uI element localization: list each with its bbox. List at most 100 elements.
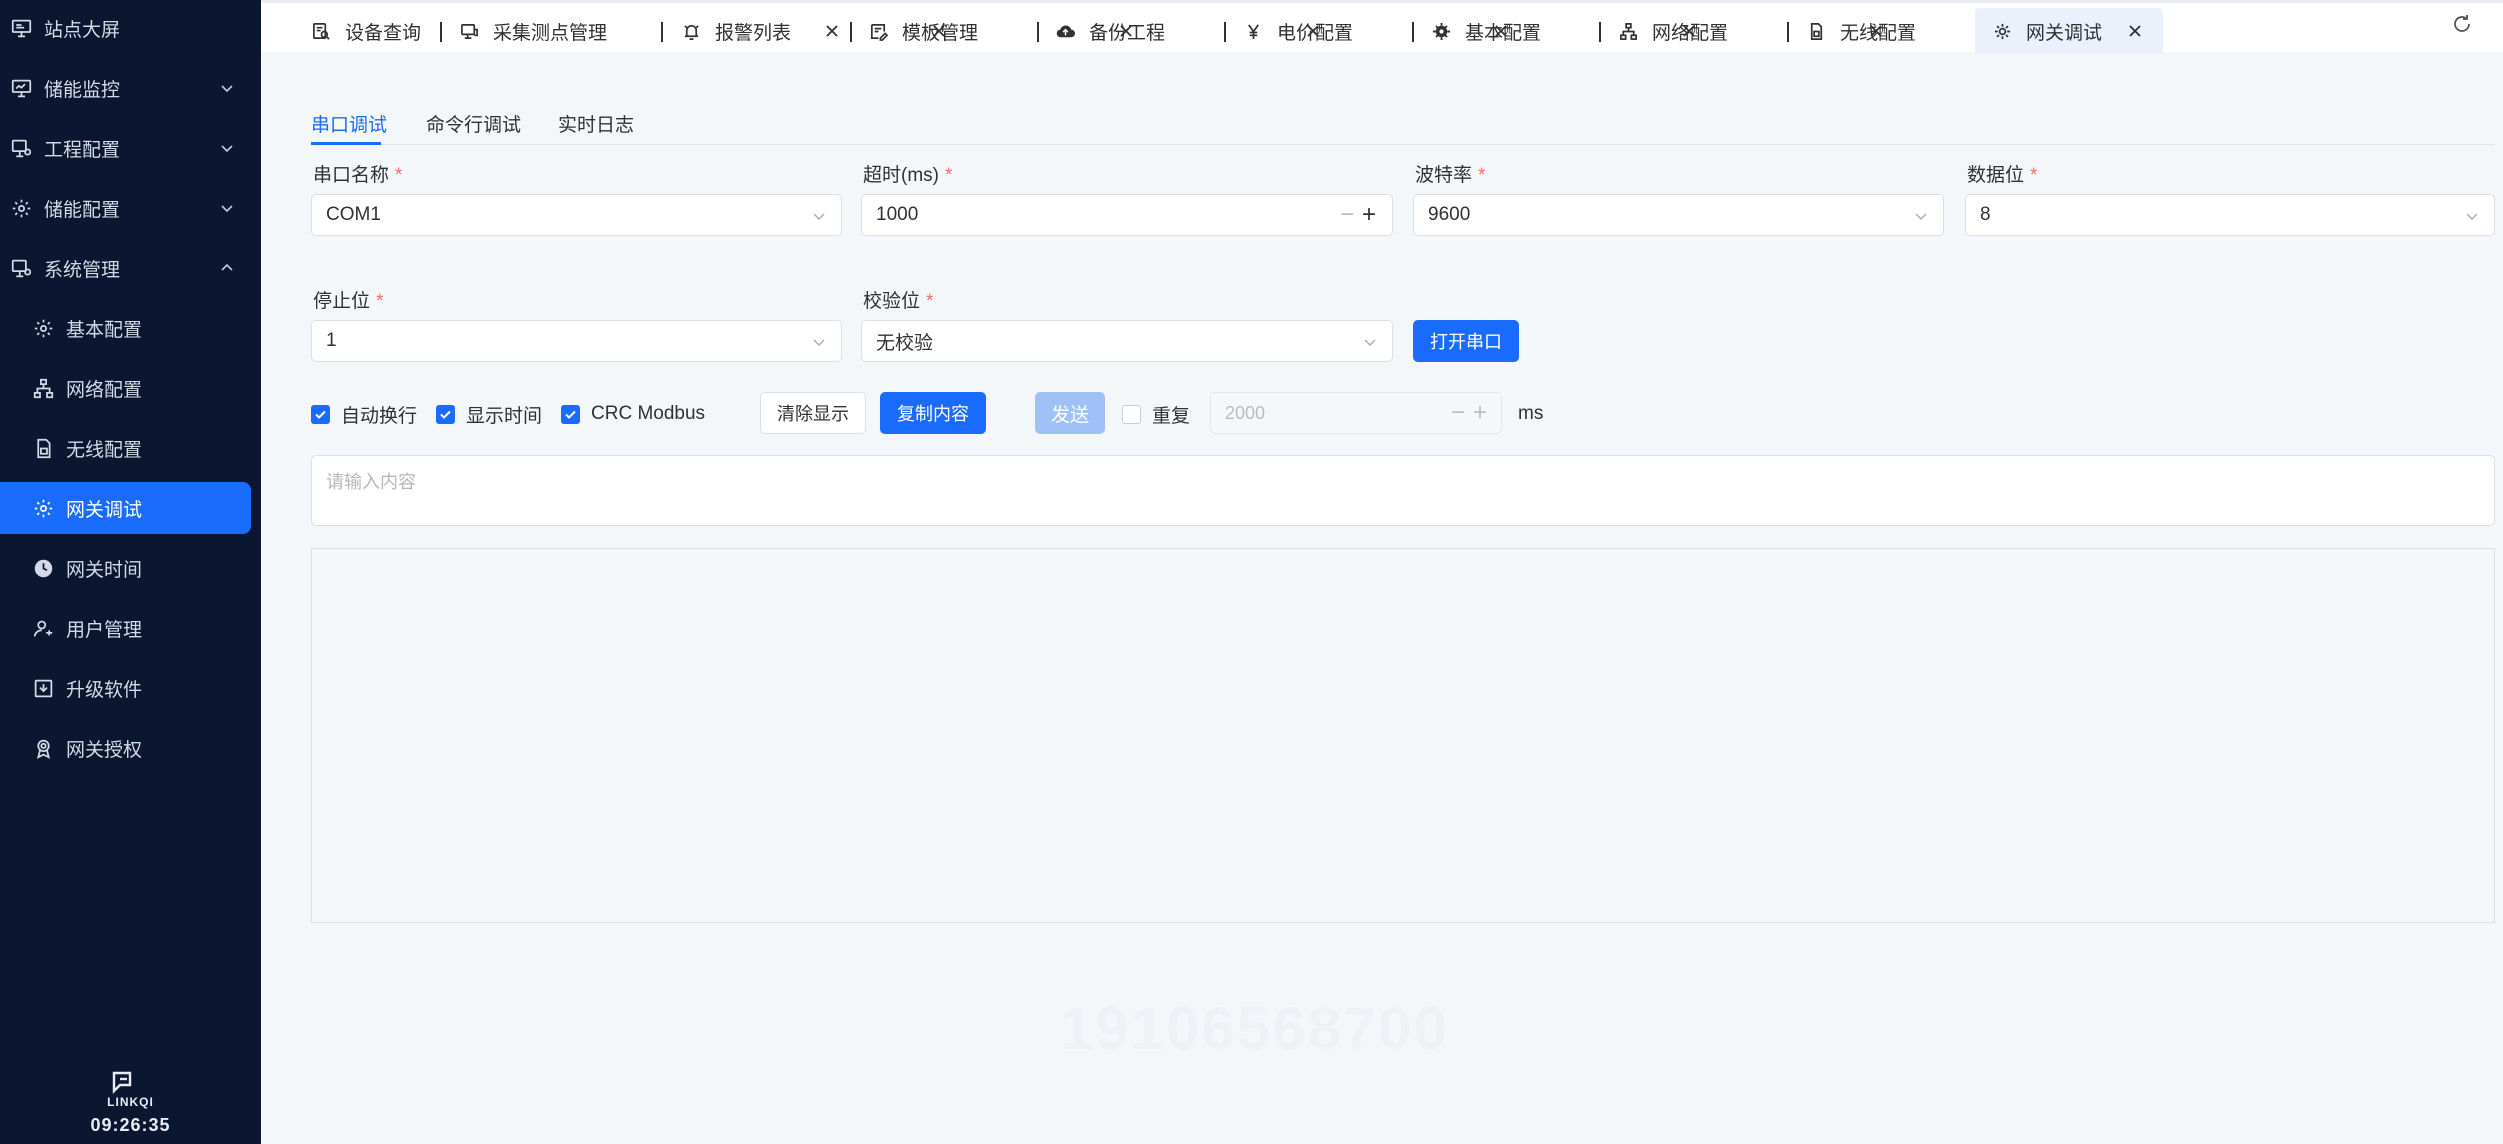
tab-separator (1037, 22, 1039, 42)
tab-label: 网关调试 (2026, 22, 2103, 44)
chevron-down-icon (221, 145, 233, 153)
baud-rate-select[interactable]: 9600 (1413, 194, 1944, 236)
data-bits-value: 8 (1980, 204, 1991, 225)
tab-bar: 设备查询 采集测点管理 报警列表 模板管理 备份工程 电价配置 基本配置 网络配… (261, 0, 2503, 54)
send-button[interactable]: 发送 (1035, 392, 1105, 434)
repeat-interval-placeholder: 2000 (1225, 402, 1266, 423)
sidebar-item-storage-monitor[interactable]: 储能监控 (0, 62, 261, 114)
parity-value: 无校验 (876, 332, 934, 354)
tab-network-config[interactable]: 网络配置 (1618, 8, 1882, 54)
sim-card-icon (1806, 21, 1826, 41)
sidebar-item-system-management[interactable]: 系统管理 (0, 242, 261, 294)
sidebar-item-storage-config[interactable]: 储能配置 (0, 182, 261, 234)
tab-collection-points[interactable]: 采集测点管理 (459, 8, 838, 54)
tab-alarm-list[interactable]: 报警列表 (681, 8, 945, 54)
clear-display-button[interactable]: 清除显示 (760, 392, 866, 434)
required-mark: * (926, 291, 934, 312)
logo-icon (112, 1071, 132, 1094)
sidebar-item-gateway-time[interactable]: 网关时间 (0, 542, 261, 594)
sidebar-item-label: 储能配置 (44, 199, 121, 221)
open-port-button[interactable]: 打开串口 (1413, 320, 1519, 362)
tab-wireless-config[interactable]: 无线配置 (1806, 8, 2070, 54)
data-bits-label: 数据位 * (1967, 165, 2038, 186)
sidebar-item-gateway-debug[interactable]: 网关调试 (0, 482, 251, 534)
sidebar-item-label: 用户管理 (66, 619, 143, 641)
repeat-interval-input[interactable]: 2000 − + (1210, 392, 1502, 434)
sidebar-item-upgrade-software[interactable]: 升级软件 (0, 662, 261, 714)
crc-modbus-checkbox[interactable]: CRC Modbus (561, 403, 705, 424)
checkbox-checked-icon (311, 404, 330, 424)
sidebar-item-user-management[interactable]: 用户管理 (0, 602, 261, 654)
network-icon (1618, 21, 1638, 41)
debug-gear-icon (1992, 21, 2012, 41)
tab-label: 采集测点管理 (493, 22, 608, 44)
tab-gateway-debug[interactable]: 网关调试 (1975, 8, 2163, 54)
sidebar-item-label: 站点大屏 (44, 19, 121, 41)
gear-icon (32, 317, 54, 339)
chevron-down-icon (221, 85, 233, 93)
subtab-serial-debug[interactable]: 串口调试 (311, 110, 387, 137)
sidebar-item-label: 无线配置 (66, 439, 143, 461)
close-icon[interactable] (824, 23, 840, 39)
stop-bits-value: 1 (326, 330, 337, 351)
sidebar-item-label: 网关授权 (66, 739, 143, 761)
checkbox-unchecked-icon (1122, 404, 1141, 424)
network-icon (32, 377, 54, 399)
template-icon (868, 21, 888, 41)
port-name-select[interactable]: COM1 (311, 194, 842, 236)
tab-basic-config[interactable]: 基本配置 (1431, 8, 1695, 54)
checkbox-checked-icon (561, 404, 580, 424)
chevron-down-icon (1364, 339, 1376, 346)
required-mark: * (944, 165, 953, 186)
stop-bits-label: 停止位 * (313, 291, 384, 312)
refresh-icon[interactable] (2451, 13, 2473, 35)
tab-separator (1412, 22, 1414, 42)
tab-backup-project[interactable]: 备份工程 (1055, 8, 1319, 54)
increment-button[interactable]: + (1473, 401, 1487, 425)
parity-select[interactable]: 无校验 (861, 320, 1393, 362)
show-time-checkbox[interactable]: 显示时间 (436, 404, 542, 427)
required-mark: * (1478, 165, 1486, 186)
clock-time: 09:26:35 (90, 1115, 171, 1135)
cloud-upload-icon (1055, 21, 1075, 41)
parity-label: 校验位 * (863, 291, 934, 312)
close-icon[interactable] (2127, 23, 2143, 39)
chevron-down-icon (813, 339, 825, 346)
subtab-realtime-log[interactable]: 实时日志 (558, 110, 634, 137)
stop-bits-select[interactable]: 1 (311, 320, 842, 362)
chevron-down-icon (221, 205, 233, 213)
interval-unit-label: ms (1518, 403, 1544, 424)
timeout-input[interactable]: 1000 − + (861, 194, 1393, 236)
chevron-down-icon (1915, 213, 1927, 220)
copy-content-button[interactable]: 复制内容 (880, 392, 986, 434)
repeat-checkbox[interactable]: 重复 (1122, 404, 1190, 427)
sidebar-item-wireless-config[interactable]: 无线配置 (0, 422, 261, 474)
sidebar-item-gateway-license[interactable]: 网关授权 (0, 722, 261, 774)
decrement-button[interactable]: − (1451, 401, 1465, 425)
watermark-text: 19106568700 (1060, 995, 1450, 1062)
tab-template-management[interactable]: 模板管理 (868, 8, 1132, 54)
send-content-input[interactable] (311, 455, 2495, 526)
auto-newline-checkbox[interactable]: 自动换行 (311, 404, 417, 427)
subtab-active-indicator (311, 142, 381, 145)
sidebar-item-label: 储能监控 (44, 79, 121, 101)
tab-separator (661, 22, 663, 42)
upgrade-icon (32, 677, 54, 699)
checkbox-checked-icon (436, 404, 455, 424)
sidebar-footer: LINKQI 09:26:35 (0, 1064, 261, 1144)
timeout-value: 1000 (876, 204, 919, 225)
sidebar-item-basic-config[interactable]: 基本配置 (0, 302, 261, 354)
data-bits-select[interactable]: 8 (1965, 194, 2495, 236)
required-mark: * (2030, 165, 2038, 186)
sidebar-item-project-config[interactable]: 工程配置 (0, 122, 261, 174)
tab-device-query[interactable]: 设备查询 (311, 8, 421, 54)
subtab-command-line-debug[interactable]: 命令行调试 (426, 110, 521, 137)
tab-electricity-price[interactable]: 电价配置 (1243, 8, 1507, 54)
port-name-label: 串口名称 * (313, 165, 403, 186)
sidebar-item-station-screen[interactable]: 站点大屏 (0, 2, 261, 54)
increment-button[interactable]: + (1362, 203, 1376, 227)
debug-gear-icon (32, 497, 54, 519)
decrement-button[interactable]: − (1340, 203, 1354, 227)
logo-text: LINKQI (107, 1095, 154, 1109)
sidebar-item-network-config[interactable]: 网络配置 (0, 362, 261, 414)
